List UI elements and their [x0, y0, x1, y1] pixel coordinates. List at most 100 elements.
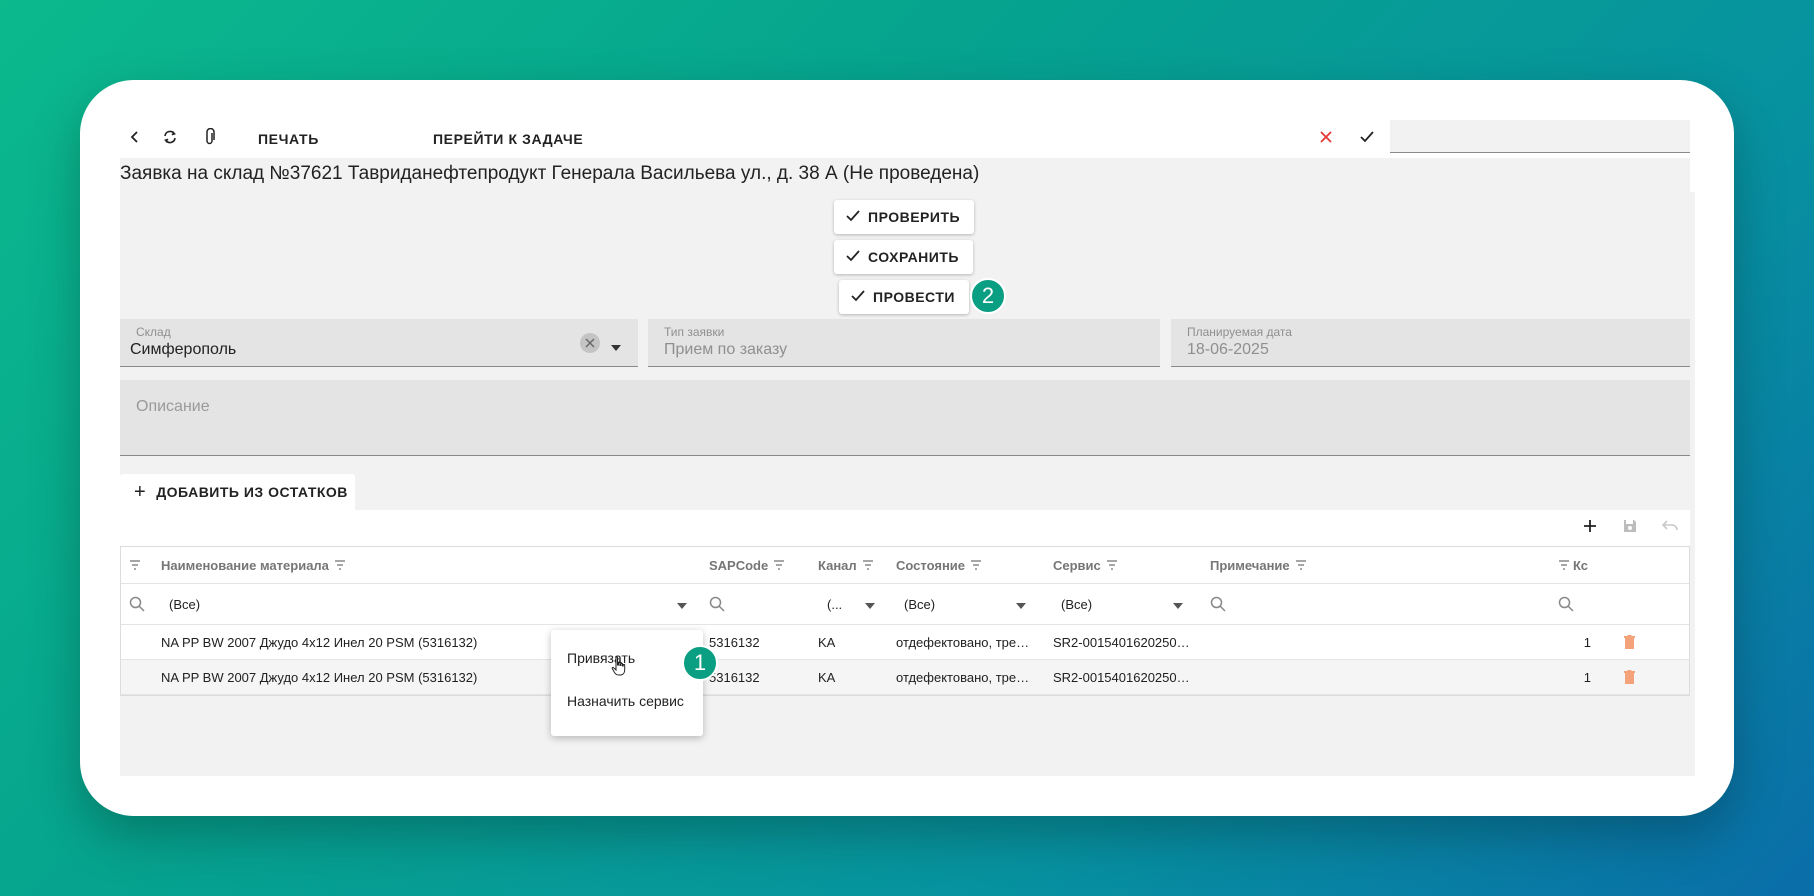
context-menu-item-assign-service[interactable]: Назначить сервис [567, 693, 684, 709]
column-service-label: Сервис [1053, 557, 1101, 573]
filter-icon[interactable] [862, 558, 874, 573]
state-filter-select[interactable]: (Все) [904, 584, 1036, 624]
column-header-qty[interactable]: Кс [1558, 547, 1593, 583]
channel-filter-value: (... [827, 596, 843, 612]
filter-icon[interactable] [970, 558, 982, 573]
column-channel-label: Канал [818, 557, 857, 573]
page-title: Заявка на склад №37621 Тавриданефтепроду… [120, 163, 980, 184]
undo-button[interactable] [1650, 510, 1690, 546]
print-button[interactable]: ПЕЧАТЬ [250, 124, 327, 154]
table-row[interactable]: NA PP BW 2007 Джудо 4х12 Инел 20 PSM (53… [121, 660, 1689, 695]
note-cell [1210, 625, 1510, 659]
search-icon [129, 584, 149, 624]
context-menu: Привязать Назначить сервис [551, 630, 703, 736]
filter-icon[interactable] [1558, 558, 1570, 573]
request-type-label: Тип заявки [664, 325, 725, 339]
state-cell: отдефектовано, тре… [896, 669, 1030, 685]
filter-icon[interactable] [1295, 558, 1307, 573]
column-header-service[interactable]: Сервис [1053, 547, 1183, 583]
undo-icon [1661, 519, 1678, 537]
name-filter-value: (Все) [169, 596, 201, 612]
request-type-value: Прием по заказу [664, 341, 788, 358]
add-from-stock-label: ДОБАВИТЬ ИЗ ОСТАТКОВ [156, 484, 348, 500]
check-button[interactable]: ПРОВЕРИТЬ [834, 200, 975, 234]
hand-cursor-icon [611, 656, 627, 681]
search-icon [709, 584, 729, 624]
save-grid-button[interactable] [1610, 510, 1650, 546]
form-area: ПРОВЕРИТЬ СОХРАНИТЬ ПРОВЕСТИ 2 Склад Сим… [120, 192, 1695, 776]
goto-task-button[interactable]: ПЕРЕЙТИ К ЗАДАЧЕ [425, 124, 591, 154]
step-badge-1: 1 [682, 645, 718, 681]
table-row[interactable]: NA PP BW 2007 Джудо 4х12 Инел 20 PSM (53… [121, 625, 1689, 660]
post-button[interactable]: ПРОВЕСТИ [839, 280, 969, 314]
delete-icon[interactable] [1624, 660, 1644, 694]
save-button-label: СОХРАНИТЬ [868, 249, 959, 265]
column-header-name[interactable]: Наименование материала [161, 547, 631, 583]
search-icon [1558, 584, 1578, 624]
check-icon [1360, 130, 1374, 148]
column-qty-label: Кс [1573, 557, 1588, 573]
column-header-note[interactable]: Примечание [1210, 547, 1410, 583]
save-button[interactable]: СОХРАНИТЬ [834, 240, 973, 274]
back-button[interactable] [120, 124, 150, 154]
service-cell: SR2-0015401620250… [1053, 669, 1190, 685]
state-cell: отдефектовано, тре… [896, 634, 1030, 650]
qty-cell: 1 [1583, 669, 1591, 685]
sapcode-cell: 5316132 [709, 634, 760, 650]
refresh-button[interactable] [155, 124, 185, 154]
column-header-state[interactable]: Состояние [896, 547, 1026, 583]
service-filter-select[interactable]: (Все) [1061, 584, 1193, 624]
post-button-label: ПРОВЕСТИ [873, 289, 955, 305]
column-state-label: Состояние [896, 557, 966, 573]
note-cell [1210, 660, 1510, 694]
check-icon [846, 249, 868, 265]
warehouse-field[interactable]: Склад Симферополь [120, 319, 638, 367]
state-filter-value: (Все) [904, 596, 936, 612]
confirm-button[interactable] [1352, 124, 1382, 154]
channel-filter-select[interactable]: (... [827, 584, 882, 624]
service-filter-value: (Все) [1061, 596, 1093, 612]
grid-filter-row: (Все) (... (Все) (Все) [121, 584, 1689, 625]
filter-icon[interactable] [334, 558, 346, 573]
dropdown-arrow-icon [1173, 597, 1183, 612]
dropdown-arrow-icon [677, 597, 687, 612]
dropdown-arrow-icon [865, 597, 875, 612]
sapcode-cell: 5316132 [709, 669, 760, 685]
title-bar: Заявка на склад №37621 Тавриданефтепроду… [120, 158, 1690, 193]
planned-date-value: 18-06-2025 [1187, 341, 1269, 358]
floppy-disk-icon [1622, 518, 1638, 539]
channel-cell: KA [818, 634, 836, 650]
request-type-field: Тип заявки Прием по заказу [648, 319, 1160, 367]
check-icon [846, 209, 868, 225]
clear-icon[interactable] [579, 332, 601, 359]
channel-cell: KA [818, 669, 836, 685]
step-badge-2: 2 [970, 278, 1006, 314]
description-field[interactable]: Описание [120, 380, 1690, 456]
add-row-button[interactable] [1570, 510, 1610, 546]
column-header-sapcode[interactable]: SAPCode [709, 547, 809, 583]
toolbar: ПЕЧАТЬ ПЕРЕЙТИ К ЗАДАЧЕ [120, 120, 1690, 158]
cancel-button[interactable] [1311, 124, 1341, 154]
dropdown-arrow-icon[interactable] [610, 339, 622, 357]
check-icon [851, 289, 873, 305]
attach-button[interactable] [195, 124, 225, 154]
materials-grid: Наименование материала SAPCode Канал Сос… [120, 546, 1690, 696]
name-filter-select[interactable]: (Все) [169, 584, 699, 624]
service-cell: SR2-0015401620250… [1053, 634, 1190, 650]
column-header-channel[interactable]: Канал [818, 547, 888, 583]
refresh-icon [162, 129, 178, 150]
filter-icon[interactable] [773, 558, 785, 573]
app: ПЕЧАТЬ ПЕРЕЙТИ К ЗАДАЧЕ Заявка на склад … [120, 120, 1695, 776]
filter-icon[interactable] [1106, 558, 1118, 573]
close-icon [1320, 130, 1332, 148]
paperclip-icon [203, 127, 217, 151]
check-button-label: ПРОВЕРИТЬ [868, 209, 961, 225]
grid-header-row: Наименование материала SAPCode Канал Сос… [121, 547, 1689, 584]
grid-toolbar [1570, 510, 1690, 546]
add-from-stock-button[interactable]: + ДОБАВИТЬ ИЗ ОСТАТКОВ [120, 474, 355, 510]
search-icon [1210, 584, 1230, 624]
search-input[interactable] [1390, 120, 1690, 153]
column-note-label: Примечание [1210, 557, 1290, 573]
filter-menu-icon[interactable] [129, 547, 149, 583]
delete-icon[interactable] [1624, 625, 1644, 659]
